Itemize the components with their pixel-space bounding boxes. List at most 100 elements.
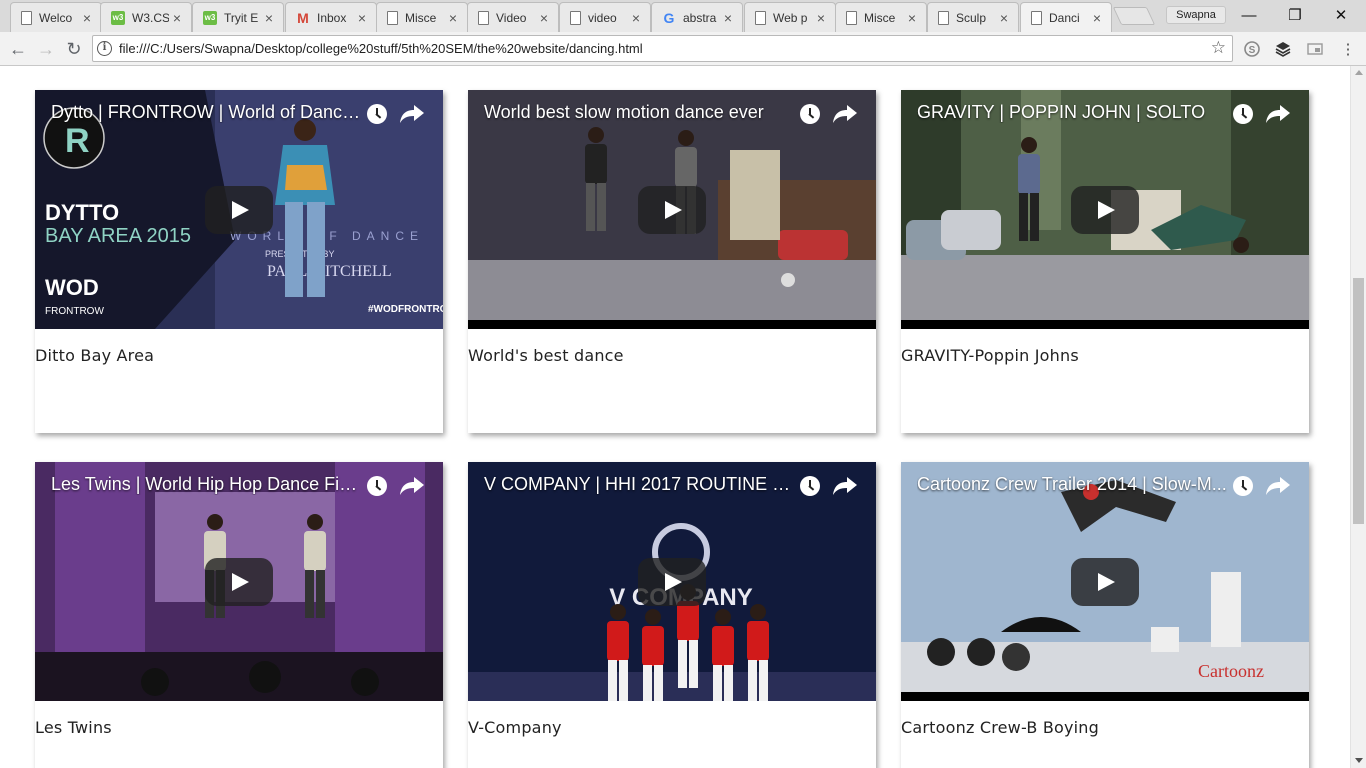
video-card: Cartoonz Cartoonz Crew Trailer 2014 | Sl… <box>901 462 1309 768</box>
tab-title: Tryit E <box>224 10 259 25</box>
tab-title: Sculp <box>956 10 987 25</box>
video-player[interactable]: R DYTTO BAY AREA 2015 WOD FRONTROW WORLD… <box>35 90 443 329</box>
video-title[interactable]: World best slow motion dance ever <box>484 102 794 123</box>
share-icon[interactable] <box>1265 474 1291 498</box>
play-button[interactable] <box>638 186 706 234</box>
video-card: R DYTTO BAY AREA 2015 WOD FRONTROW WORLD… <box>35 90 443 433</box>
tab-close-icon[interactable]: × <box>720 10 736 26</box>
tab-close-icon[interactable]: × <box>261 10 277 26</box>
video-title[interactable]: Les Twins | World Hip Hop Dance Fin... <box>51 474 361 495</box>
video-title[interactable]: Dytto | FRONTROW | World of Dance ... <box>51 102 361 123</box>
tab-close-icon[interactable]: × <box>169 10 185 26</box>
tab-close-icon[interactable]: × <box>354 10 370 26</box>
profile-button[interactable]: Swapna <box>1166 6 1226 24</box>
tab-title: Inbox <box>317 10 347 25</box>
watch-later-icon[interactable] <box>367 476 387 496</box>
scrollbar-thumb[interactable] <box>1353 278 1364 524</box>
watch-later-icon[interactable] <box>1233 104 1253 124</box>
video-card: V COMPANY V COMPANY | HHI 2017 ROUTINE |… <box>468 462 876 768</box>
play-button[interactable] <box>638 558 706 606</box>
play-button[interactable] <box>1071 558 1139 606</box>
video-caption: Ditto Bay Area <box>35 346 155 365</box>
browser-tab[interactable]: Gabstra × <box>651 2 743 32</box>
tab-close-icon[interactable]: × <box>996 10 1012 26</box>
scroll-down-icon[interactable] <box>1355 758 1363 763</box>
play-button[interactable] <box>1071 186 1139 234</box>
share-icon[interactable] <box>832 474 858 498</box>
browser-tab[interactable]: w3 W3.CS × <box>100 2 192 32</box>
share-icon[interactable] <box>832 102 858 126</box>
restore-icon[interactable]: ❐ <box>1272 0 1318 30</box>
video-title[interactable]: V COMPANY | HHI 2017 ROUTINE | T... <box>484 474 794 495</box>
url-text[interactable]: file:///C:/Users/Swapna/Desktop/college%… <box>119 41 643 56</box>
address-bar[interactable]: i file:///C:/Users/Swapna/Desktop/colleg… <box>92 35 1233 62</box>
tab-close-icon[interactable]: × <box>904 10 920 26</box>
browser-tab[interactable]: w3 Tryit E × <box>192 2 284 32</box>
scroll-up-icon[interactable] <box>1355 70 1363 75</box>
tab-close-icon[interactable]: × <box>813 10 829 26</box>
video-player[interactable]: World best slow motion dance ever <box>468 90 876 329</box>
gmail-icon: M <box>297 9 309 26</box>
tab-close-icon[interactable]: × <box>536 10 552 26</box>
browser-toolbar: ← → ↻ i file:///C:/Users/Swapna/Desktop/… <box>0 32 1366 66</box>
video-card: GRAVITY | POPPIN JOHN | SOLTO GRAVITY-Po… <box>901 90 1309 433</box>
watch-later-icon[interactable] <box>800 476 820 496</box>
reload-button[interactable]: ↻ <box>62 37 86 61</box>
tab-close-icon[interactable]: × <box>445 10 461 26</box>
browser-tab[interactable]: Sculp × <box>927 2 1019 32</box>
tab-title: Misce <box>864 10 896 25</box>
video-player[interactable]: Les Twins | World Hip Hop Dance Fin... <box>35 462 443 701</box>
video-player[interactable]: Cartoonz Cartoonz Crew Trailer 2014 | Sl… <box>901 462 1309 701</box>
tab-close-icon[interactable]: × <box>1089 10 1105 26</box>
watch-later-icon[interactable] <box>1233 476 1253 496</box>
svg-text:#WODFRONTROW: #WODFRONTROW <box>368 304 443 315</box>
browser-tab[interactable]: M Inbox × <box>285 2 377 32</box>
video-title[interactable]: GRAVITY | POPPIN JOHN | SOLTO <box>917 102 1227 123</box>
video-player[interactable]: V COMPANY V COMPANY | HHI 2017 ROUTINE |… <box>468 462 876 701</box>
play-button[interactable] <box>205 558 273 606</box>
close-window-icon[interactable]: ✕ <box>1318 0 1364 30</box>
forward-button[interactable]: → <box>34 37 58 61</box>
page-scrollbar[interactable] <box>1350 66 1366 768</box>
tab-close-icon[interactable]: × <box>79 10 95 26</box>
tab-title: abstra <box>683 10 717 25</box>
browser-tab[interactable]: Video × <box>467 2 559 32</box>
cast-extension-icon[interactable] <box>1304 38 1326 60</box>
video-card: World best slow motion dance ever World'… <box>468 90 876 433</box>
share-icon[interactable] <box>399 102 425 126</box>
share-icon[interactable] <box>399 474 425 498</box>
svg-text:BAY AREA 2015: BAY AREA 2015 <box>45 225 191 247</box>
browser-tab[interactable]: Welco × <box>10 2 102 32</box>
tab-title: W3.CS <box>132 10 169 25</box>
minimize-icon[interactable]: — <box>1226 0 1272 30</box>
browser-tab[interactable]: Web p × <box>744 2 836 32</box>
video-card: Les Twins | World Hip Hop Dance Fin... L… <box>35 462 443 768</box>
video-player[interactable]: GRAVITY | POPPIN JOHN | SOLTO <box>901 90 1309 329</box>
browser-tab[interactable]: Danci × <box>1020 2 1112 32</box>
video-caption: V-Company <box>468 718 562 737</box>
svg-text:WOD: WOD <box>45 275 99 300</box>
info-icon[interactable]: i <box>97 41 112 56</box>
tab-title: Web p <box>773 10 808 25</box>
video-caption: Les Twins <box>35 718 112 737</box>
video-title[interactable]: Cartoonz Crew Trailer 2014 | Slow-M... <box>917 474 1227 495</box>
share-icon[interactable] <box>1265 102 1291 126</box>
new-tab-button[interactable] <box>1112 7 1156 25</box>
skype-extension-icon[interactable]: S <box>1241 38 1263 60</box>
tab-strip: Welco × w3 W3.CS × w3 Tryit E × M Inbox × Misce × Vid… <box>0 0 1366 32</box>
svg-text:DYTTO: DYTTO <box>45 200 119 225</box>
bookmark-star-icon[interactable]: ☆ <box>1211 38 1226 58</box>
watch-later-icon[interactable] <box>800 104 820 124</box>
browser-tab[interactable]: Misce × <box>376 2 468 32</box>
browser-tab[interactable]: Misce × <box>835 2 927 32</box>
back-button[interactable]: ← <box>6 37 30 61</box>
watch-later-icon[interactable] <box>367 104 387 124</box>
layers-extension-icon[interactable] <box>1272 38 1294 60</box>
play-button[interactable] <box>205 186 273 234</box>
tab-close-icon[interactable]: × <box>628 10 644 26</box>
browser-tab[interactable]: video × <box>559 2 651 32</box>
tab-title: Welco <box>39 10 73 25</box>
document-icon <box>1031 10 1042 25</box>
menu-icon[interactable]: ⋮ <box>1337 38 1359 60</box>
document-icon <box>570 10 581 25</box>
